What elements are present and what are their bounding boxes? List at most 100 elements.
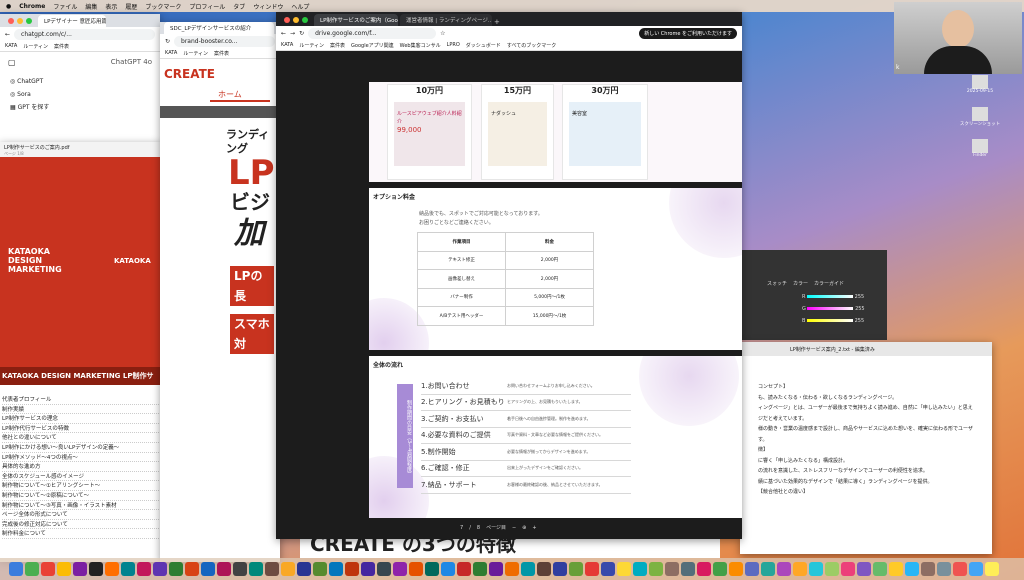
dock-app-icon[interactable] — [761, 562, 775, 576]
menu-app[interactable]: Chrome — [19, 3, 45, 10]
address-bar[interactable]: chatgpt.com/c/... — [14, 29, 155, 40]
dock-app-icon[interactable] — [185, 562, 199, 576]
dock-app-icon[interactable] — [457, 562, 471, 576]
back-icon[interactable]: ← — [5, 31, 10, 38]
dock-app-icon[interactable] — [729, 562, 743, 576]
dock-app-icon[interactable] — [553, 562, 567, 576]
bookmark-routine[interactable]: ルーティン — [23, 43, 48, 50]
dock-app-icon[interactable] — [489, 562, 503, 576]
apple-icon[interactable]: ● — [6, 3, 11, 10]
forward-icon-drive[interactable]: → — [290, 30, 295, 37]
tab-create[interactable]: SDC_LPデザインサービスの紹介 — [164, 22, 274, 34]
dock-app-icon[interactable] — [329, 562, 343, 576]
menu-help[interactable]: ヘルプ — [291, 2, 309, 11]
dock-app-icon[interactable] — [345, 562, 359, 576]
dock-app-icon[interactable] — [521, 562, 535, 576]
menu-bookmarks[interactable]: ブックマーク — [145, 2, 181, 11]
dock-app-icon[interactable] — [937, 562, 951, 576]
dock-app-icon[interactable] — [649, 562, 663, 576]
dock-app-icon[interactable] — [969, 562, 983, 576]
reload-icon[interactable]: ↻ — [165, 38, 170, 45]
dock-app-icon[interactable] — [249, 562, 263, 576]
dock-app-icon[interactable] — [713, 562, 727, 576]
dock-app-icon[interactable] — [617, 562, 631, 576]
drive-bm-routine[interactable]: ルーティン — [299, 42, 324, 49]
dock-app-icon[interactable] — [105, 562, 119, 576]
star-icon[interactable]: ☆ — [440, 30, 445, 37]
dock-app-icon[interactable] — [873, 562, 887, 576]
new-tab-icon[interactable]: + — [494, 18, 500, 26]
dock-app-icon[interactable] — [825, 562, 839, 576]
zoom-icon[interactable]: ⊕ — [522, 525, 526, 531]
reload-icon-drive[interactable]: ↻ — [299, 30, 304, 37]
dock-app-icon[interactable] — [169, 562, 183, 576]
dock-app-icon[interactable] — [665, 562, 679, 576]
drive-bm-kata[interactable]: KATA — [281, 42, 293, 49]
tab-lp-service-pdf[interactable]: LP制作サービスのご案内（Googl... — [314, 14, 398, 26]
new-chrome-button[interactable]: 新しい Chrome をご利用いただけます — [639, 28, 737, 39]
dock-app-icon[interactable] — [121, 562, 135, 576]
dock-app-icon[interactable] — [585, 562, 599, 576]
drive-bm-google[interactable]: Googleアプリ関連 — [351, 42, 394, 49]
tab-color-guide[interactable]: カラーガイド — [814, 280, 844, 287]
menu-tab[interactable]: タブ — [233, 2, 245, 11]
dock-app-icon[interactable] — [297, 562, 311, 576]
dock-app-icon[interactable] — [809, 562, 823, 576]
dock-app-icon[interactable] — [473, 562, 487, 576]
page-current[interactable]: 7 — [460, 525, 463, 531]
bookmark-kata-mid[interactable]: KATA — [165, 50, 177, 57]
bookmark-kata[interactable]: KATA — [5, 43, 17, 50]
menu-window[interactable]: ウィンドウ — [253, 2, 283, 11]
dock-app-icon[interactable] — [985, 562, 999, 576]
tab-color[interactable]: カラー — [793, 280, 808, 287]
drive-bm-cases[interactable]: 案件表 — [330, 42, 345, 49]
menu-edit[interactable]: 編集 — [85, 2, 97, 11]
drive-bm-web[interactable]: Web集客コンサル — [400, 42, 441, 49]
dock-app-icon[interactable] — [89, 562, 103, 576]
tab-operator-info[interactable]: 運営者情報 | ランディングページ... — [400, 14, 492, 26]
channel-r[interactable]: R 255 — [802, 291, 887, 303]
desktop-icon-folder[interactable]: スクリーンショット — [950, 107, 1010, 131]
tab-chatgpt[interactable]: LPデザイナー 意匠応用篇 — [38, 15, 106, 27]
dock-app-icon[interactable] — [921, 562, 935, 576]
dock-app-icon[interactable] — [697, 562, 711, 576]
dock-app-icon[interactable] — [777, 562, 791, 576]
dock-app-icon[interactable] — [73, 562, 87, 576]
drive-bm-lpro[interactable]: LPRO — [447, 42, 460, 49]
dock-app-icon[interactable] — [905, 562, 919, 576]
dock-app-icon[interactable] — [425, 562, 439, 576]
back-icon-drive[interactable]: ← — [281, 30, 286, 37]
dock-app-icon[interactable] — [441, 562, 455, 576]
tab-swatch[interactable]: スォッチ — [767, 280, 787, 287]
dock-app-icon[interactable] — [377, 562, 391, 576]
zoom-out-icon[interactable]: − — [512, 525, 516, 531]
dock-app-icon[interactable] — [393, 562, 407, 576]
dock-app-icon[interactable] — [889, 562, 903, 576]
bookmark-routine-mid[interactable]: ルーティン — [183, 50, 208, 57]
dock-app-icon[interactable] — [569, 562, 583, 576]
sidebar-toggle-icon[interactable]: ▢ — [8, 58, 16, 67]
dock-app-icon[interactable] — [9, 562, 23, 576]
dock-app-icon[interactable] — [217, 562, 231, 576]
drive-address-bar[interactable]: drive.google.com/f... — [308, 28, 437, 39]
dock-app-icon[interactable] — [137, 562, 151, 576]
dock-app-icon[interactable] — [409, 562, 423, 576]
dock-app-icon[interactable] — [681, 562, 695, 576]
dock-app-icon[interactable] — [793, 562, 807, 576]
dock-app-icon[interactable] — [265, 562, 279, 576]
dock-app-icon[interactable] — [233, 562, 247, 576]
app-title[interactable]: ChatGPT 4o — [111, 58, 152, 67]
dock-app-icon[interactable] — [313, 562, 327, 576]
bookmark-cases[interactable]: 案件表 — [54, 43, 69, 50]
desktop-icon-finder[interactable]: Finder — [950, 139, 1010, 163]
dock-app-icon[interactable] — [25, 562, 39, 576]
editor-body[interactable]: コンセプト】 も、読みたくなる・伝わる・欲しくなるランディングページ。 ィングページ… — [740, 356, 992, 498]
nav-home[interactable]: ホーム — [210, 89, 270, 102]
dock-app-icon[interactable] — [505, 562, 519, 576]
sidebar-item-sora[interactable]: ◎ Sora — [10, 88, 150, 101]
dock-app-icon[interactable] — [281, 562, 295, 576]
dock-app-icon[interactable] — [857, 562, 871, 576]
sidebar-item-chatgpt[interactable]: ◎ ChatGPT — [10, 75, 150, 88]
dock-app-icon[interactable] — [537, 562, 551, 576]
dock-app-icon[interactable] — [153, 562, 167, 576]
